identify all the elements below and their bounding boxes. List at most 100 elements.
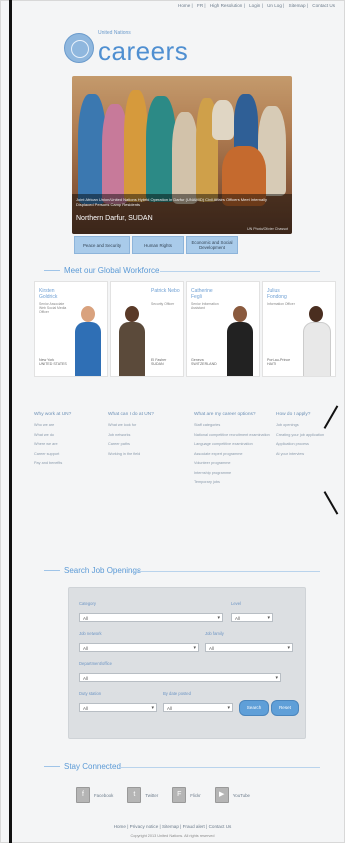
column-link[interactable]: Creating your job application: [276, 433, 328, 438]
profile-role: Senior Associate Web Social Media Office…: [39, 302, 67, 314]
column-link[interactable]: Volunteer programme: [194, 461, 270, 466]
column-link[interactable]: Application process: [276, 442, 328, 447]
profile-photo: [117, 306, 147, 376]
column-link[interactable]: Job openings: [276, 423, 328, 428]
hero-caption-text: Joint African Union/United Nations Hybri…: [76, 197, 268, 207]
profile-role: Senior Information Assistant: [191, 302, 219, 310]
profile-photo: [301, 306, 331, 376]
date-posted-label: By date posted: [163, 691, 191, 696]
column-link[interactable]: What we look for: [108, 423, 178, 428]
column-link[interactable]: Internship programme: [194, 471, 270, 476]
top-nav-sitemap[interactable]: Sitemap: [289, 3, 306, 8]
level-select[interactable]: All: [231, 613, 273, 623]
date-posted-select[interactable]: All: [163, 703, 233, 713]
search-heading: Search Job Openings: [44, 566, 141, 575]
column-how-to-apply: How do I apply? Job openings Creating yo…: [276, 412, 328, 461]
profile-role: Information Officer: [267, 302, 295, 306]
column-link[interactable]: Who we are: [34, 423, 100, 428]
flickr-link[interactable]: F Flickr: [172, 787, 201, 803]
window-frame-edge: [9, 0, 12, 843]
column-link[interactable]: Job networks: [108, 433, 178, 438]
column-link[interactable]: Career paths: [108, 442, 178, 447]
top-nav-fr[interactable]: FR: [197, 3, 203, 8]
profile-name: Julius Fondong: [267, 288, 287, 300]
column-link[interactable]: What we do: [34, 433, 100, 438]
profile-card[interactable]: Catherine Fegli Senior Information Assis…: [186, 281, 260, 377]
social-label: Facebook: [94, 792, 114, 798]
profile-card[interactable]: Julius Fondong Information Officer Port-…: [262, 281, 336, 377]
category-select[interactable]: All: [79, 613, 223, 623]
tab-peace-and-security[interactable]: Peace and Security: [74, 236, 130, 254]
column-career-options: What are my career options? Staff catego…: [194, 412, 270, 490]
column-link[interactable]: National competitive recruitment examina…: [194, 433, 270, 438]
duty-station-select[interactable]: All: [79, 703, 157, 713]
youtube-link[interactable]: ▶ YouTube: [214, 787, 250, 803]
profile-card[interactable]: Kirsten Goldrick Senior Associate Web So…: [34, 281, 108, 377]
twitter-icon: t: [127, 787, 142, 803]
column-link[interactable]: Associate expert programme: [194, 452, 270, 457]
column-link[interactable]: Language competitive examination: [194, 442, 270, 447]
level-label: Level: [231, 601, 242, 606]
column-link[interactable]: Where we are: [34, 442, 100, 447]
logo-org-name: United Nations: [98, 30, 131, 36]
job-family-select[interactable]: All: [205, 643, 293, 653]
category-label: Category: [79, 601, 96, 606]
tab-economic-social-development[interactable]: Economic and Social Development: [186, 236, 238, 254]
social-links: f Facebook t Twitter F Flickr ▶ YouTube: [76, 787, 264, 803]
column-heading: What can I do at UN?: [108, 412, 154, 417]
duty-station-label: Duty station: [79, 691, 102, 696]
profile-name: Catherine Fegli: [191, 288, 213, 300]
twitter-link[interactable]: t Twitter: [127, 787, 158, 803]
department-select[interactable]: All: [79, 673, 281, 683]
site-logo[interactable]: United Nations careers: [64, 28, 188, 67]
hero-caption: Joint African Union/United Nations Hybri…: [72, 194, 292, 234]
social-label: Twitter: [145, 792, 159, 798]
footer-copyright: Copyright 2013 United Nations. All right…: [130, 834, 215, 838]
column-what-can-i-do: What can I do at UN? What we look for Jo…: [108, 412, 178, 461]
profile-name: Patrick Nebo: [151, 288, 180, 294]
profile-card[interactable]: Patrick Nebo Security Officer El Fasher S…: [110, 281, 184, 377]
search-rule: [132, 571, 320, 572]
facebook-link[interactable]: f Facebook: [76, 787, 113, 803]
stay-connected-heading: Stay Connected: [44, 762, 121, 771]
logo-wordmark: careers: [98, 36, 189, 66]
top-nav-contact[interactable]: Contact Us: [312, 3, 335, 8]
top-nav-home[interactable]: Home: [178, 3, 190, 8]
top-nav: Home | FR | High Resolution | Login | Un…: [178, 3, 335, 8]
un-emblem-icon: [64, 32, 94, 63]
flickr-icon: F: [172, 787, 187, 803]
top-nav-high-resolution[interactable]: High Resolution: [210, 3, 242, 8]
hero-location: Northern Darfur, SUDAN: [76, 215, 153, 222]
department-label: Department/office: [79, 661, 112, 666]
stay-connected-rule: [120, 767, 320, 768]
hero-photo: Joint African Union/United Nations Hybri…: [72, 76, 292, 234]
profile-location: New York UNITED STATES: [39, 358, 67, 366]
job-network-label: Job network: [79, 631, 102, 636]
social-label: Flickr: [190, 792, 201, 798]
column-link[interactable]: At your interview: [276, 452, 328, 457]
top-nav-un-log[interactable]: Un Log: [267, 3, 282, 8]
column-link[interactable]: Temporary jobs: [194, 480, 270, 485]
column-link[interactable]: Career support: [34, 452, 100, 457]
profile-photo: [73, 306, 103, 376]
social-label: YouTube: [232, 792, 250, 798]
profile-name: Kirsten Goldrick: [39, 288, 58, 300]
job-family-label: Job family: [205, 631, 224, 636]
column-link[interactable]: Pay and benefits: [34, 461, 100, 466]
search-button[interactable]: Search: [239, 700, 269, 716]
tab-human-rights[interactable]: Human Rights: [132, 236, 184, 254]
youtube-icon: ▶: [214, 787, 229, 803]
column-heading: How do I apply?: [276, 412, 311, 417]
column-link[interactable]: Working in the field: [108, 452, 178, 457]
column-link[interactable]: Staff categories: [194, 423, 270, 428]
column-heading: What are my career options?: [194, 412, 256, 417]
profile-location: Port-au-Prince HAITI: [267, 358, 291, 366]
job-network-select[interactable]: All: [79, 643, 199, 653]
workforce-carousel: Kirsten Goldrick Senior Associate Web So…: [34, 281, 338, 377]
column-heading: Why work at UN?: [34, 412, 72, 417]
footer-links[interactable]: Home | Privacy notice | Sitemap | Fraud …: [0, 824, 345, 829]
profile-role: Security Officer: [151, 302, 175, 306]
reset-button[interactable]: Reset: [271, 700, 299, 716]
top-nav-login[interactable]: Login: [249, 3, 260, 8]
workforce-heading: Meet our Global Workforce: [44, 266, 159, 275]
